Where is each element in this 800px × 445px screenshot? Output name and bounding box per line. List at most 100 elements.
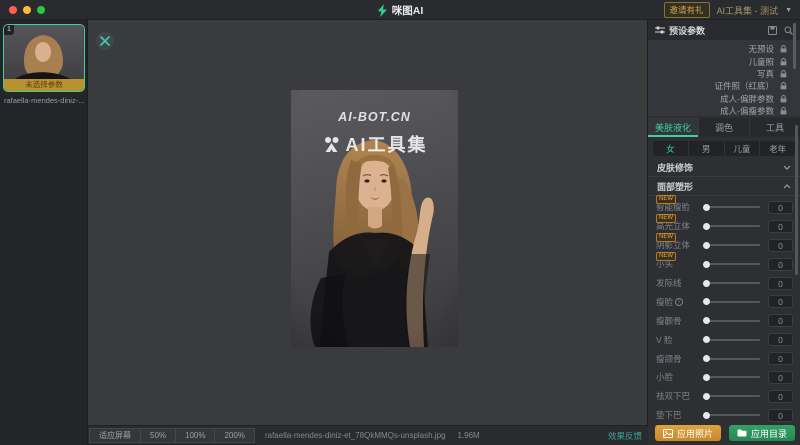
save-preset-icon[interactable]	[768, 26, 777, 35]
image-icon	[663, 429, 673, 438]
slider-value[interactable]: 0	[768, 314, 793, 327]
lock-icon	[780, 95, 787, 103]
preset-item[interactable]: 证件照（红底）	[648, 80, 800, 92]
tab-label: 工具	[766, 121, 784, 134]
preset-item[interactable]: 无预设	[648, 43, 800, 55]
zoom-option-button[interactable]: 200%	[214, 428, 254, 443]
slider-row: NEW 小头 0	[648, 255, 800, 274]
new-badge: NEW	[656, 195, 676, 204]
slider-row: V 脸 0	[648, 330, 800, 349]
tab-label: 调色	[715, 121, 733, 134]
panel-tab[interactable]: 工具	[749, 118, 800, 137]
slider-handle[interactable]	[703, 242, 710, 249]
slider-value[interactable]: 0	[768, 201, 793, 214]
presets-header: 预设参数	[648, 20, 800, 40]
zoom-option-button[interactable]: 50%	[140, 428, 176, 443]
panel-scrollbar[interactable]	[795, 125, 798, 275]
preset-item[interactable]: 成人-偏瘦参数	[648, 105, 800, 117]
photo-preview[interactable]: AI-BOT.CN AI工具集	[291, 90, 458, 347]
titlebar-right: 邀请有礼 AI工具集 - 测试 ▼	[664, 0, 792, 20]
zoom-controls: 适应屏幕50%100%200%	[90, 428, 255, 443]
close-image-button[interactable]	[96, 32, 114, 50]
chevron-down-icon	[783, 165, 791, 170]
zoom-option-button[interactable]: 100%	[175, 428, 215, 443]
chevron-down-icon[interactable]: ▼	[785, 7, 792, 14]
slider-handle[interactable]	[703, 261, 710, 268]
slider-track[interactable]	[704, 414, 760, 416]
slider-value[interactable]: 0	[768, 409, 793, 422]
slider-track[interactable]	[704, 320, 760, 322]
lock-icon	[780, 107, 787, 115]
slider-handle[interactable]	[703, 355, 710, 362]
preset-item[interactable]: 写真	[648, 68, 800, 80]
watermark-brand-text: AI工具集	[346, 131, 428, 157]
app-title-text: 咪图AI	[392, 3, 424, 18]
slider-label: 瘦脸	[656, 296, 702, 308]
slider-track[interactable]	[704, 282, 760, 284]
slider-row: 瘦颌骨 0	[648, 349, 800, 368]
presets-scrollbar[interactable]	[793, 23, 796, 69]
window-zoom-button[interactable]	[37, 6, 45, 14]
account-menu[interactable]: AI工具集 - 测试	[717, 4, 779, 17]
lock-icon	[780, 82, 787, 90]
slider-track[interactable]	[704, 244, 760, 246]
slider-value[interactable]: 0	[768, 371, 793, 384]
slider-handle[interactable]	[703, 298, 710, 305]
apply-folder-button[interactable]: 应用目录	[729, 425, 795, 441]
feedback-link[interactable]: 效果反馈	[608, 430, 642, 442]
slider-value[interactable]: 0	[768, 333, 793, 346]
section-skin-retouch[interactable]: 皮肤修饰	[648, 158, 800, 177]
section-face-shaping[interactable]: 面部塑形	[648, 177, 800, 196]
app-logo-icon	[377, 4, 388, 17]
slider-handle[interactable]	[703, 204, 710, 211]
slider-handle[interactable]	[703, 374, 710, 381]
slider-handle[interactable]	[703, 317, 710, 324]
slider-handle[interactable]	[703, 223, 710, 230]
slider-track[interactable]	[704, 263, 760, 265]
section-title: 皮肤修饰	[657, 161, 693, 174]
subject-type-selector: 女男儿童老年	[653, 141, 795, 156]
slider-track[interactable]	[704, 206, 760, 208]
titlebar: 咪图AI 邀请有礼 AI工具集 - 测试 ▼	[0, 0, 800, 20]
subject-type-option[interactable]: 儿童	[724, 141, 760, 156]
panel-tab[interactable]: 美肤液化	[648, 118, 698, 137]
slider-value[interactable]: 0	[768, 220, 793, 233]
slider-row: 瘦颧骨 0	[648, 311, 800, 330]
subject-type-option[interactable]: 老年	[759, 141, 795, 156]
zoom-option-button[interactable]: 适应屏幕	[89, 428, 141, 443]
section-title: 面部塑形	[657, 180, 693, 193]
slider-track[interactable]	[704, 339, 760, 341]
slider-track[interactable]	[704, 225, 760, 227]
tune-icon	[655, 25, 665, 35]
slider-value[interactable]: 0	[768, 277, 793, 290]
slider-row: 瘦脸 0	[648, 292, 800, 311]
panel-tab[interactable]: 调色	[698, 118, 749, 137]
slider-handle[interactable]	[703, 336, 710, 343]
slider-track[interactable]	[704, 395, 760, 397]
slider-handle[interactable]	[703, 393, 710, 400]
preset-item[interactable]: 成人-偏胖参数	[648, 93, 800, 105]
slider-handle[interactable]	[703, 280, 710, 287]
subject-type-option[interactable]: 女	[653, 141, 688, 156]
apply-photo-button[interactable]: 应用照片	[655, 425, 721, 441]
slider-list: NEW 智能瘦脸 0 NEW 高光立体	[648, 196, 800, 425]
slider-track[interactable]	[704, 358, 760, 360]
slider-value[interactable]: 0	[768, 239, 793, 252]
slider-handle[interactable]	[703, 412, 710, 419]
search-icon[interactable]	[784, 26, 793, 35]
slider-value[interactable]: 0	[768, 295, 793, 308]
slider-track[interactable]	[704, 376, 760, 378]
slider-value[interactable]: 0	[768, 352, 793, 365]
invite-badge-button[interactable]: 邀请有礼	[664, 2, 710, 18]
subject-type-option[interactable]: 男	[688, 141, 724, 156]
window-minimize-button[interactable]	[23, 6, 31, 14]
window-close-button[interactable]	[9, 6, 17, 14]
slider-value[interactable]: 0	[768, 258, 793, 271]
preset-item[interactable]: 儿童照	[648, 55, 800, 67]
thumbnail-status-banner: 未选择参数	[4, 79, 84, 91]
slider-label-text: 垫下巴	[656, 409, 682, 421]
slider-track[interactable]	[704, 301, 760, 303]
image-thumbnail[interactable]: 1 未选择参数	[3, 24, 85, 92]
preset-label: 儿童照	[748, 56, 774, 68]
slider-value[interactable]: 0	[768, 390, 793, 403]
